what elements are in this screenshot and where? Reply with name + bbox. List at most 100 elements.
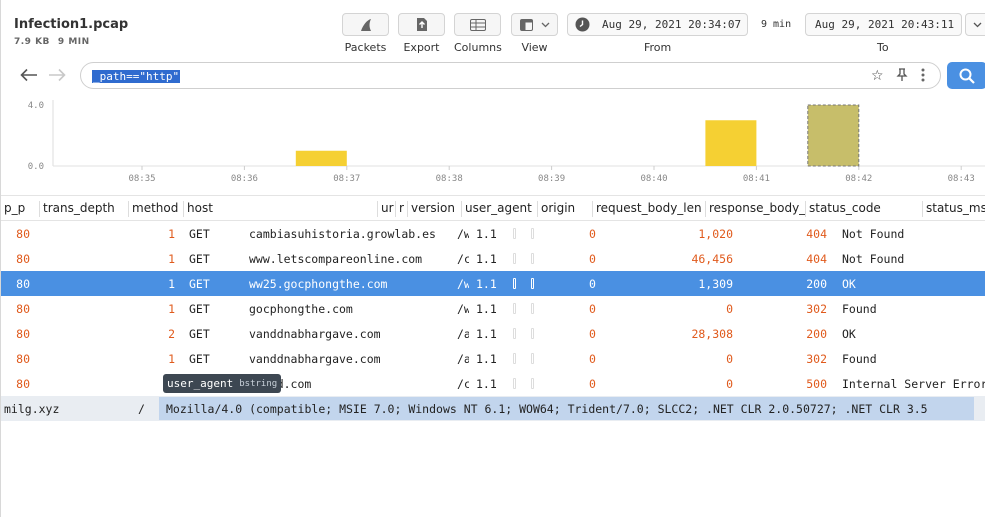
column-divider[interactable] xyxy=(377,201,378,217)
column-header[interactable]: request_body_len xyxy=(596,201,704,215)
export-label: Export xyxy=(403,41,440,54)
pin-icon[interactable] xyxy=(896,68,908,86)
to-datetime-field[interactable]: Aug 29, 2021 20:43:11 xyxy=(805,13,962,36)
histogram-bar[interactable] xyxy=(705,120,757,166)
cell-status-code: 404 xyxy=(806,252,827,266)
x-tick-label: 08:42 xyxy=(845,174,872,184)
column-header[interactable]: p_p xyxy=(4,201,38,215)
more-options-icon[interactable] xyxy=(921,68,925,86)
cell-host: vanddnabhargave.com xyxy=(249,327,381,341)
column-divider[interactable] xyxy=(461,201,462,217)
column-header[interactable]: host xyxy=(187,201,377,215)
column-header[interactable]: method xyxy=(132,201,184,215)
column-divider[interactable] xyxy=(407,201,408,217)
time-range-dropdown[interactable] xyxy=(965,13,985,36)
column-header[interactable]: response_body_len xyxy=(709,201,805,215)
column-header[interactable]: status_msg xyxy=(926,201,985,215)
column-divider[interactable] xyxy=(128,201,129,217)
column-divider[interactable] xyxy=(395,201,396,217)
cell-request-body-len: 1,020 xyxy=(698,227,733,241)
column-divider[interactable] xyxy=(922,201,923,217)
column-divider[interactable] xyxy=(805,201,806,217)
cell-version: 1.1 xyxy=(476,227,497,241)
cell-port: 80 xyxy=(16,327,30,341)
to-label: To xyxy=(877,41,889,54)
export-icon xyxy=(416,18,427,31)
empty-value-marker xyxy=(513,353,516,364)
cell-status-msg: Internal Server Error xyxy=(842,377,985,391)
cell-origin: 0 xyxy=(589,227,596,241)
cell-request-body-len: 28,308 xyxy=(691,327,733,341)
from-datetime-field[interactable]: Aug 29, 2021 20:34:07 xyxy=(567,13,748,36)
column-header[interactable]: r xyxy=(399,201,407,215)
cell-status-msg: OK xyxy=(842,277,856,291)
columns-button[interactable] xyxy=(454,13,501,36)
forward-arrow-icon[interactable] xyxy=(48,66,66,87)
cell-port: 80 xyxy=(16,252,30,266)
cell-status-code: 302 xyxy=(806,302,827,316)
layout-icon xyxy=(519,18,533,31)
packets-tool[interactable]: Packets xyxy=(342,13,389,57)
cell-origin: 0 xyxy=(589,302,596,316)
cell-origin: 0 xyxy=(589,252,596,266)
column-header[interactable]: origin xyxy=(541,201,591,215)
empty-value-marker xyxy=(513,328,516,339)
column-divider[interactable] xyxy=(705,201,706,217)
detail-uri: / xyxy=(138,402,145,416)
cell-trans-depth: 1 xyxy=(168,277,175,291)
column-divider[interactable] xyxy=(537,201,538,217)
empty-value-marker xyxy=(513,278,516,289)
empty-value-marker xyxy=(531,303,534,314)
cell-version: 1.1 xyxy=(476,352,497,366)
column-header[interactable]: status_code xyxy=(809,201,919,215)
cell-status-msg: Found xyxy=(842,302,877,316)
export-tool[interactable]: Export xyxy=(398,13,445,57)
empty-value-marker xyxy=(513,228,516,239)
detail-host: milg.xyz xyxy=(4,402,60,416)
column-header[interactable]: trans_depth xyxy=(43,201,128,215)
empty-value-marker xyxy=(531,228,534,239)
table-row[interactable]: 80 1 GET www.letscompareonline.com/c 1.1 0 46,… xyxy=(1,246,985,271)
run-search-button[interactable] xyxy=(947,62,985,89)
export-button[interactable] xyxy=(398,13,445,36)
from-label: From xyxy=(644,41,672,54)
tooltip-field-name: user_agent xyxy=(167,377,234,390)
histogram-chart[interactable]: 4.0 0.0 08:35 08:36 08:37 08:38 08:39 08:40 08:4… xyxy=(1,96,985,188)
app-window: Infection1.pcap 7.9 KB 9 MIN Packets Expo… xyxy=(0,0,985,517)
table-row[interactable]: 80 2 GET vanddnabhargave.com/a 1.1 0 28,308 200… xyxy=(1,321,985,346)
x-tick-label: 08:36 xyxy=(231,174,258,184)
column-header[interactable]: user_agent xyxy=(465,201,537,215)
search-icon xyxy=(959,68,975,84)
star-icon[interactable]: ☆ xyxy=(871,68,884,84)
file-meta: 7.9 KB 9 MIN xyxy=(14,37,90,47)
column-divider[interactable] xyxy=(183,201,184,217)
column-divider[interactable] xyxy=(39,201,40,217)
search-query[interactable]: _path=="http" xyxy=(92,70,181,83)
columns-tool[interactable]: Columns xyxy=(454,13,502,57)
search-bar[interactable]: _path=="http" ☆ xyxy=(80,62,941,89)
column-header[interactable]: version xyxy=(411,201,461,215)
table-row[interactable]: 80 1 GET cambiasuhistoria.growlab.es/w 1.1 0 1… xyxy=(1,221,985,246)
histogram-bar[interactable] xyxy=(295,150,347,166)
table-row[interactable]: 80 1 GET ww25.gocphongthe.com/w 1.1 0 1,309 200… xyxy=(1,271,985,296)
cell-method: GET xyxy=(189,327,210,341)
packets-button[interactable] xyxy=(342,13,389,36)
cell-uri: /w xyxy=(457,277,469,291)
table-row[interactable]: 80 1 GET gocphongthe.com/w 1.1 0 0 302 Found xyxy=(1,296,985,321)
table-row[interactable]: 80 1 GET vanddnabhargave.com/a 1.1 0 0 302 Found xyxy=(1,346,985,371)
detail-row[interactable]: milg.xyz / Mozilla/4.0 (compatible; MSIE… xyxy=(1,396,985,421)
cell-status-code: 200 xyxy=(806,277,827,291)
cell-host: cambiasuhistoria.growlab.es xyxy=(249,227,436,241)
column-divider[interactable] xyxy=(592,201,593,217)
back-arrow-icon[interactable] xyxy=(20,66,38,87)
table-row[interactable]: 80vrind.com/c1.100500Internal Server Err… xyxy=(1,371,985,396)
column-header[interactable]: ur xyxy=(381,201,396,215)
histogram-bar[interactable] xyxy=(807,104,860,167)
y-tick-label: 4.0 xyxy=(28,101,44,111)
to-value: Aug 29, 2021 20:43:11 xyxy=(815,18,955,31)
file-duration: 9 MIN xyxy=(57,37,90,47)
view-tool[interactable]: View xyxy=(511,13,558,57)
detail-user-agent[interactable]: Mozilla/4.0 (compatible; MSIE 7.0; Windo… xyxy=(159,397,974,420)
columns-label: Columns xyxy=(454,41,502,54)
view-button[interactable] xyxy=(511,13,558,36)
